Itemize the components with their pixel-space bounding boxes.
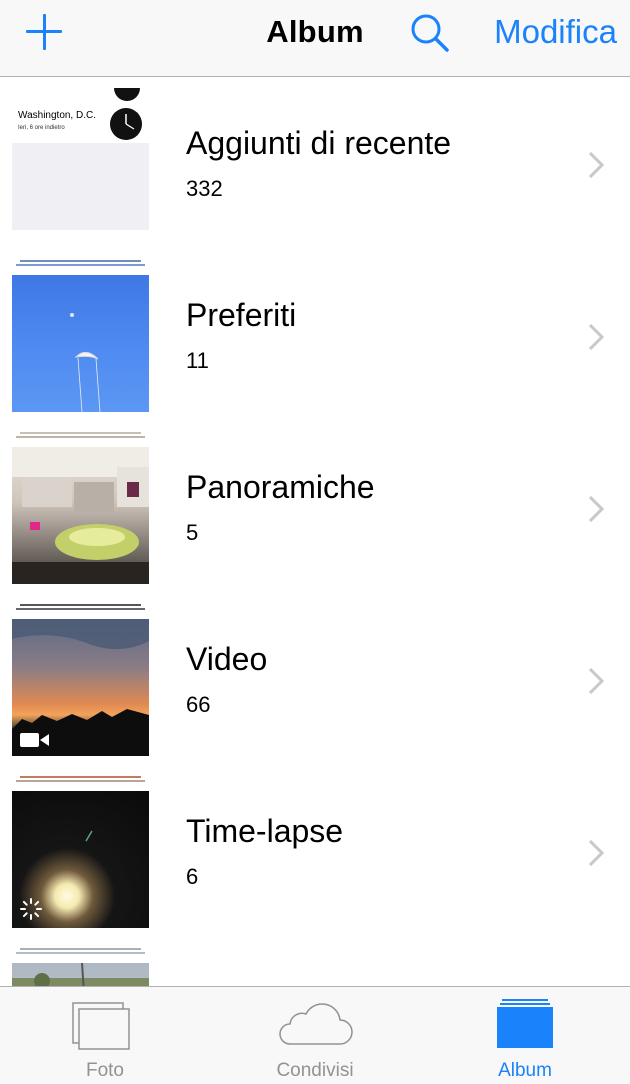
albums-icon [497, 999, 553, 1048]
stack-edge [20, 260, 141, 262]
album-title: Video [186, 641, 268, 677]
chevron-right-icon [588, 667, 605, 695]
panorama-photo [12, 447, 149, 584]
stack-edge [16, 608, 145, 610]
album-row-panoramas[interactable]: Panoramiche 5 [0, 422, 630, 594]
album-thumbnail [12, 275, 149, 412]
stack-edge [20, 948, 141, 950]
edit-button[interactable]: Modifica [494, 13, 617, 51]
stack-edge [16, 780, 145, 782]
album-row-recently-added[interactable]: Washington, D.C. Ieri, 6 ore indietro Ag… [0, 78, 630, 250]
clock-icon [110, 108, 142, 140]
clock-icon [114, 88, 140, 101]
chevron-right-icon [588, 495, 605, 523]
album-count: 6 [186, 864, 199, 889]
album-count: 5 [186, 520, 199, 545]
album-count: 66 [186, 692, 211, 717]
search-icon[interactable] [409, 12, 451, 54]
thumbnail-city-text: Washington, D.C. [18, 110, 96, 121]
stack-edge [20, 604, 141, 606]
tab-shared[interactable]: Condivisi [210, 987, 420, 1084]
album-row-favorites[interactable]: Preferiti 11 [0, 250, 630, 422]
album-thumbnail [12, 619, 149, 756]
album-count: 332 [186, 176, 223, 201]
album-thumbnail-stack: Washington, D.C. Ieri, 6 ore indietro [12, 88, 149, 240]
chevron-right-icon [588, 151, 605, 179]
album-title: Preferiti [186, 297, 297, 333]
album-thumbnail-stack [12, 776, 149, 928]
album-title: Aggiunti di recente [186, 125, 452, 161]
album-title: Time-lapse [186, 813, 344, 849]
album-row-time-lapse[interactable]: Time-lapse 6 [0, 766, 630, 938]
cloud-icon [279, 1003, 353, 1045]
photos-icon [72, 1002, 130, 1050]
album-row-videos[interactable]: Video 66 [0, 594, 630, 766]
album-thumbnail: Washington, D.C. Ieri, 6 ore indietro [12, 88, 149, 230]
tab-bar: Foto Condivisi Album [0, 986, 630, 1084]
time-lapse-icon [20, 898, 42, 920]
album-count: 11 [186, 348, 209, 373]
tab-label: Condivisi [276, 1060, 354, 1081]
tab-albums[interactable]: Album [420, 987, 630, 1084]
stack-edge [20, 432, 141, 434]
tab-label: Foto [85, 1060, 125, 1081]
album-thumbnail-stack [12, 260, 149, 412]
stack-edge [20, 776, 141, 778]
album-thumbnail [12, 447, 149, 584]
album-thumbnail [12, 791, 149, 928]
stack-edge [16, 264, 145, 266]
tab-label: Album [498, 1060, 552, 1081]
video-camera-icon [20, 733, 49, 747]
stack-edge [16, 952, 145, 954]
chevron-right-icon [588, 839, 605, 867]
kite-photo [70, 313, 101, 412]
thumbnail-time-text: Ieri, 6 ore indietro [18, 125, 65, 131]
album-title: Panoramiche [186, 469, 375, 505]
tab-photos[interactable]: Foto [0, 987, 210, 1084]
stack-edge [16, 436, 145, 438]
album-thumbnail-stack [12, 604, 149, 756]
chevron-right-icon [588, 323, 605, 351]
album-thumbnail-stack [12, 432, 149, 584]
navigation-bar: Album Modifica [0, 0, 630, 77]
